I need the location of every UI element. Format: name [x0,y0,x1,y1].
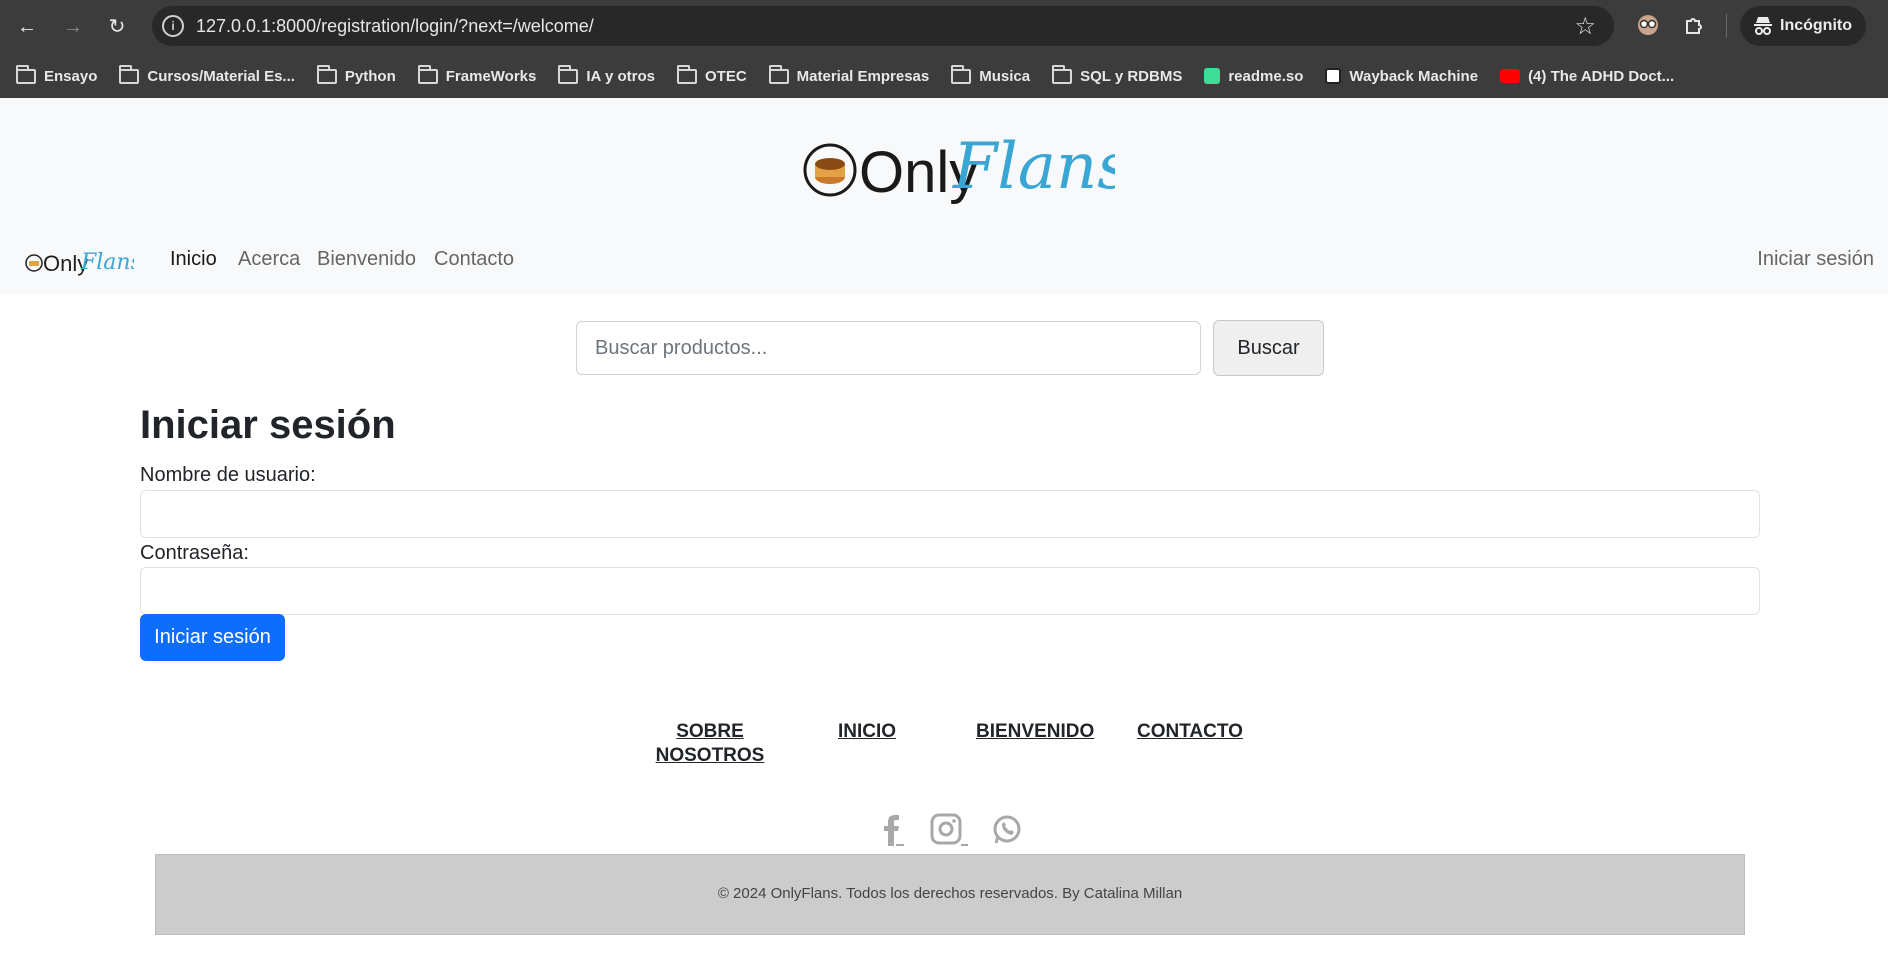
bookmark-readme[interactable]: readme.so [1204,68,1303,85]
site-info-icon[interactable]: i [162,15,184,37]
folder-icon [417,64,438,84]
svg-text:Flans: Flans [952,130,1115,204]
product-search-input[interactable] [576,321,1201,375]
address-bar[interactable]: i 127.0.0.1:8000/registration/login/?nex… [152,6,1614,46]
bookmark-musica[interactable]: Musica [951,64,1030,85]
back-arrow-icon[interactable]: ← [12,12,42,42]
bookmark-otec[interactable]: OTEC [676,64,747,85]
bookmark-ensayo[interactable]: Ensayo [16,64,97,85]
instagram-icon[interactable] [930,812,970,856]
extensions-puzzle-icon[interactable] [1682,13,1706,43]
bookmarks-bar: Ensayo Cursos/Material Es... Python Fram… [0,54,1888,98]
youtube-icon [1500,69,1521,83]
username-label: Nombre de usuario: [140,464,316,486]
bookmark-star-icon[interactable]: ☆ [1574,12,1596,41]
forward-arrow-icon[interactable]: → [58,12,88,42]
whatsapp-icon[interactable] [990,812,1024,856]
bookmark-sql[interactable]: SQL y RDBMS [1052,64,1182,85]
profile-extension-icon[interactable] [1636,13,1660,43]
incognito-label: Incógnito [1780,17,1852,34]
facebook-icon[interactable] [876,812,908,856]
folder-icon [16,64,36,84]
reload-icon[interactable]: ↻ [102,12,132,42]
toolbar-divider [1726,14,1727,38]
nav-link-acerca[interactable]: Acerca [238,248,300,271]
folder-icon [676,64,697,84]
copyright-text: © 2024 OnlyFlans. Todos los derechos res… [717,885,1183,902]
login-heading: Iniciar sesión [140,403,396,447]
login-submit-button[interactable]: Iniciar sesión [140,614,285,661]
site-header: Only Flans Only Flans Inicio Acerca Bien… [0,98,1888,294]
nav-link-inicio[interactable]: Inicio [170,248,217,271]
folder-icon [768,64,789,84]
bookmark-ia[interactable]: IA y otros [558,64,655,85]
address-url[interactable]: 127.0.0.1:8000/registration/login/?next=… [196,16,594,37]
bookmark-cursos[interactable]: Cursos/Material Es... [119,64,295,85]
main-navbar: Only Flans Inicio Acerca Bienvenido Cont… [0,222,1888,294]
nav-link-contacto[interactable]: Contacto [434,248,514,271]
footer-link-sobre-nosotros[interactable]: SOBRE NOSOTROS [652,720,768,768]
nav-login-link[interactable]: Iniciar sesión [1757,248,1874,271]
footer-link-contacto[interactable]: CONTACTO [1137,720,1243,744]
bookmark-wayback[interactable]: Wayback Machine [1325,68,1478,85]
username-input[interactable] [140,490,1760,538]
folder-icon [1052,64,1073,84]
folder-icon [951,64,972,84]
incognito-badge[interactable]: Incógnito [1740,6,1866,46]
bookmark-material-empresas[interactable]: Material Empresas [768,64,929,85]
bookmark-youtube[interactable]: (4) The ADHD Doct... [1500,68,1674,85]
folder-icon [558,64,579,84]
bookmark-frameworks[interactable]: FrameWorks [417,64,536,85]
incognito-icon [1754,6,1772,60]
readme-icon [1204,68,1221,84]
password-label: Contraseña: [140,542,249,564]
brand-logo: Only Flans [803,130,1115,205]
browser-toolbar: ← → ↻ i 127.0.0.1:8000/registration/logi… [0,0,1888,54]
svg-text:Flans: Flans [80,250,134,275]
footer-link-inicio[interactable]: INICIO [838,720,896,744]
nav-link-bienvenido[interactable]: Bienvenido [317,248,416,271]
folder-icon [119,64,140,84]
page-content: Only Flans Only Flans Inicio Acerca Bien… [0,98,1888,956]
bookmark-python[interactable]: Python [316,64,396,85]
wayback-icon [1325,68,1342,84]
password-input[interactable] [140,567,1760,615]
footer-link-bienvenido[interactable]: BIENVENIDO [976,720,1094,744]
navbar-brand-logo[interactable]: Only Flans [24,244,134,276]
search-button[interactable]: Buscar [1213,320,1324,376]
copyright-footer: © 2024 OnlyFlans. Todos los derechos res… [155,854,1745,935]
folder-icon [316,64,337,84]
